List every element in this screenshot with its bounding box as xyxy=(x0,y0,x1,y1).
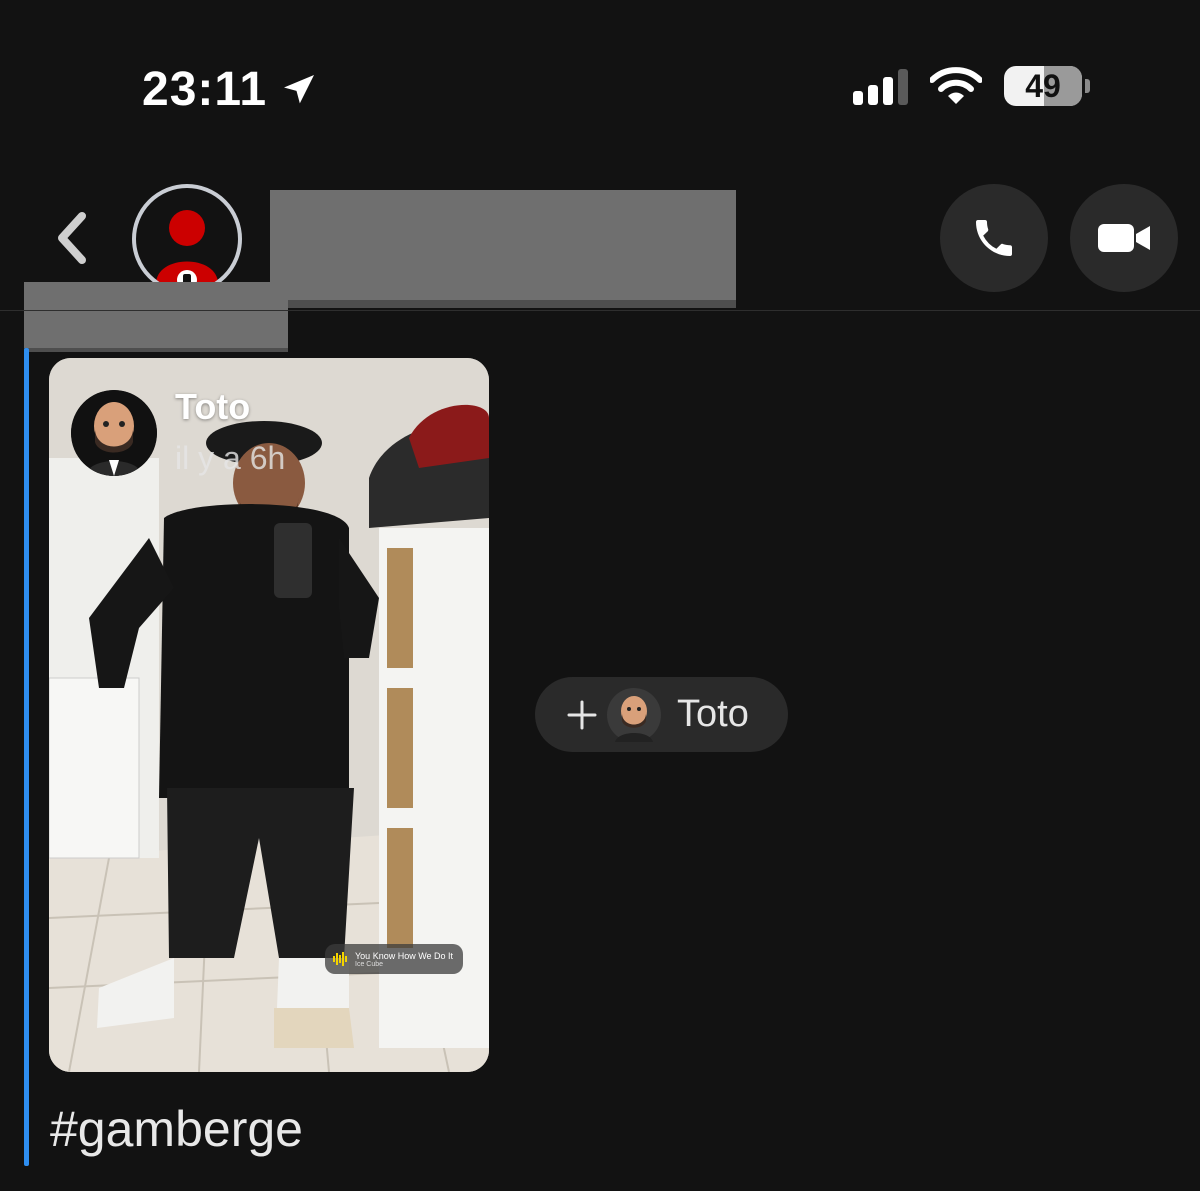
music-artist: Ice Cube xyxy=(355,960,384,968)
avatar-icon xyxy=(156,210,218,290)
battery-icon: 49 xyxy=(1004,66,1082,106)
sender-name-redacted xyxy=(24,282,288,348)
story-user-avatar xyxy=(71,390,157,476)
status-time-text: 23:11 xyxy=(142,63,268,116)
contact-name-redacted xyxy=(270,190,736,300)
video-call-button[interactable] xyxy=(1070,184,1178,292)
music-title: You Know How We Do It xyxy=(355,950,454,961)
story-time-ago: il y a 6h xyxy=(175,440,286,476)
contact-avatar[interactable] xyxy=(132,184,242,294)
bitmoji-avatar-icon xyxy=(71,390,157,476)
location-arrow-icon xyxy=(284,74,315,103)
message-caption: #gamberge xyxy=(50,1101,303,1157)
battery-level: 49 xyxy=(1025,67,1061,104)
back-chevron-icon xyxy=(58,212,86,264)
music-bars-icon xyxy=(333,952,347,966)
phone-icon xyxy=(976,220,1012,256)
music-sticker[interactable]: You Know How We Do It Ice Cube xyxy=(325,944,463,974)
add-friend-chip[interactable]: Toto xyxy=(535,677,788,752)
plus-icon xyxy=(567,700,597,729)
story-card[interactable]: Toto il y a 6h You Know How We Do It Ice… xyxy=(49,358,489,1072)
story-user-name: Toto xyxy=(175,386,251,427)
header-divider xyxy=(0,310,1200,311)
bitmoji-avatar-icon xyxy=(607,687,661,742)
video-camera-icon xyxy=(1098,224,1150,252)
voice-call-button[interactable] xyxy=(940,184,1048,292)
status-time: 23:11 xyxy=(142,62,319,117)
message-sender-bar xyxy=(24,348,29,1166)
back-button[interactable] xyxy=(52,212,92,269)
wifi-icon xyxy=(930,67,982,104)
add-friend-name: Toto xyxy=(677,693,749,735)
status-icons: 49 xyxy=(853,66,1090,106)
signal-icon xyxy=(853,67,908,105)
